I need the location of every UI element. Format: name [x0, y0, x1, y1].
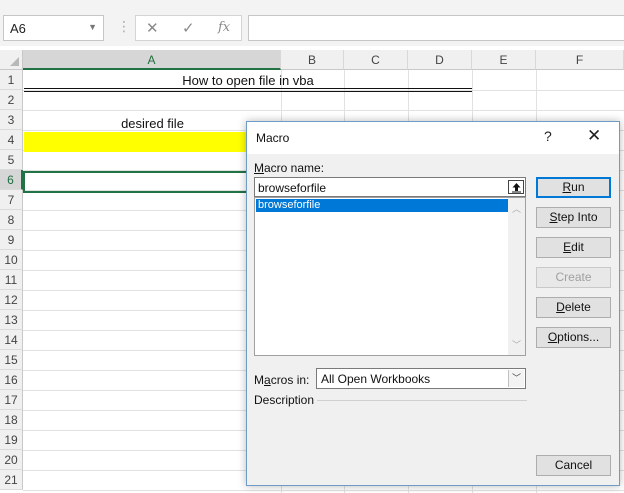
options-label: ptions...: [557, 330, 600, 344]
dialog-titlebar[interactable]: Macro ? ✕: [247, 122, 619, 154]
reference-button[interactable]: [508, 180, 524, 194]
column-header-a[interactable]: A: [23, 50, 281, 70]
row-header-2[interactable]: 2: [0, 90, 23, 110]
macro-name-label-accel: M: [254, 161, 264, 175]
close-icon[interactable]: ✕: [587, 126, 601, 146]
row-header-21[interactable]: 21: [0, 470, 23, 490]
row-header-3[interactable]: 3: [0, 110, 23, 130]
gridline: [23, 490, 624, 491]
delete-button[interactable]: Delete: [536, 297, 611, 318]
cancel-button[interactable]: Cancel: [536, 455, 611, 476]
edit-button[interactable]: Edit: [536, 237, 611, 258]
column-header-e[interactable]: E: [472, 50, 536, 70]
name-box[interactable]: A6 ▼: [3, 15, 104, 41]
options-button[interactable]: Options...: [536, 327, 611, 348]
description-label: Description: [254, 393, 315, 407]
row-header-9[interactable]: 9: [0, 230, 23, 250]
row-header-7[interactable]: 7: [0, 190, 23, 210]
macro-name-input[interactable]: browseforfile: [254, 177, 526, 197]
list-scrollbar[interactable]: ︿ ﹀: [508, 198, 525, 355]
row-header-19[interactable]: 19: [0, 430, 23, 450]
create-button: Create: [536, 267, 611, 288]
row-header-11[interactable]: 11: [0, 270, 23, 290]
arrow-up-icon: [512, 183, 521, 193]
step-into-label: tep Into: [557, 210, 598, 224]
macro-list[interactable]: browseforfile ︿ ﹀: [254, 197, 526, 356]
row-header-16[interactable]: 16: [0, 370, 23, 390]
formula-input[interactable]: [248, 15, 624, 41]
dialog-title: Macro: [256, 131, 290, 145]
row-header-18[interactable]: 18: [0, 410, 23, 430]
macro-dialog: Macro ? ✕ Macro name: browseforfile brow…: [246, 121, 620, 486]
row-header-13[interactable]: 13: [0, 310, 23, 330]
row-header-5[interactable]: 5: [0, 150, 23, 170]
step-into-button[interactable]: Step Into: [536, 207, 611, 228]
column-header-c[interactable]: C: [344, 50, 408, 70]
delete-accel: D: [556, 300, 565, 314]
select-all-button[interactable]: [0, 50, 23, 70]
row-header-6[interactable]: 6: [0, 170, 23, 190]
macros-in-label-pre: M: [254, 373, 264, 387]
grip-dots-icon: ⋮: [117, 18, 131, 34]
cancel-entry-icon[interactable]: ✕: [146, 19, 159, 37]
macro-name-value: browseforfile: [258, 181, 327, 195]
run-label: un: [571, 180, 585, 194]
formula-bar-buttons: ✕ ✓ fx: [135, 15, 242, 41]
gridline: [23, 110, 624, 111]
column-header-f[interactable]: F: [536, 50, 624, 70]
options-accel: O: [547, 330, 558, 344]
macros-in-label-accel: a: [264, 373, 271, 387]
row-header-10[interactable]: 10: [0, 250, 23, 270]
active-cell-a6[interactable]: [23, 171, 255, 193]
description-divider: [317, 400, 527, 401]
edit-label: dit: [571, 240, 584, 254]
row-header-12[interactable]: 12: [0, 290, 23, 310]
cell-a4-highlighted[interactable]: [24, 132, 254, 152]
column-header-b[interactable]: B: [281, 50, 344, 70]
row-header-4[interactable]: 4: [0, 130, 23, 150]
scroll-up-icon[interactable]: ︿: [512, 202, 521, 215]
macros-in-select[interactable]: All Open Workbooks ﹀: [316, 368, 526, 389]
chevron-down-icon[interactable]: ▼: [88, 22, 97, 32]
row-header-8[interactable]: 8: [0, 210, 23, 230]
cell-a3[interactable]: desired file: [24, 113, 281, 132]
row-header-15[interactable]: 15: [0, 350, 23, 370]
double-bottom-border: [24, 88, 472, 92]
scroll-down-icon[interactable]: ﹀: [512, 338, 521, 351]
delete-label: elete: [564, 300, 591, 314]
list-item[interactable]: browseforfile: [256, 199, 509, 212]
chevron-down-icon[interactable]: ﹀: [508, 370, 524, 387]
run-button[interactable]: Run: [536, 177, 611, 198]
formula-bar-area: A6 ▼ ⋮ ✕ ✓ fx: [0, 0, 624, 46]
run-accel: R: [562, 180, 572, 194]
macros-in-value: All Open Workbooks: [321, 372, 431, 386]
row-header-1[interactable]: 1: [0, 70, 23, 90]
row-header-20[interactable]: 20: [0, 450, 23, 470]
name-box-value: A6: [10, 21, 26, 36]
row-header-17[interactable]: 17: [0, 390, 23, 410]
macros-in-label: Macros in:: [254, 373, 309, 387]
insert-function-icon[interactable]: fx: [218, 20, 230, 35]
row-header-14[interactable]: 14: [0, 330, 23, 350]
column-header-d[interactable]: D: [408, 50, 472, 70]
help-icon[interactable]: ?: [544, 128, 552, 144]
macros-in-label-text: cros in:: [270, 373, 310, 387]
macro-name-label: Macro name:: [254, 161, 324, 175]
confirm-entry-icon[interactable]: ✓: [182, 19, 195, 37]
edit-accel: E: [563, 240, 572, 254]
macro-name-label-text: acro name:: [264, 161, 325, 175]
